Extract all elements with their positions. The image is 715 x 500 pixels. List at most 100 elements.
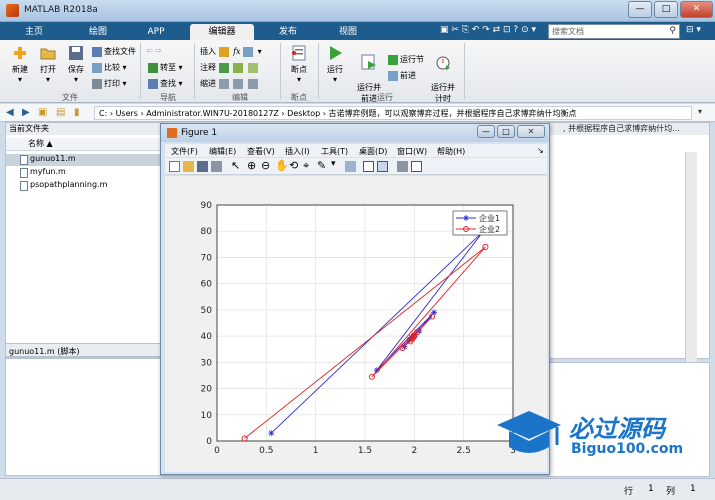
tab-publish[interactable]: 发布 [262,24,314,40]
breakpoint-button[interactable]: 断点 ▾ [286,44,312,84]
file-item[interactable]: gunuo11.m [6,154,162,166]
run-icon [330,46,342,60]
group-label-file: 文件 [62,93,78,102]
search-placeholder: 搜索文档 [552,27,584,36]
brush-dropdown-icon[interactable]: ▾ [331,159,336,169]
run-section-button[interactable]: 运行节 [388,54,424,65]
file-item[interactable]: myfun.m [6,167,162,179]
tab-apps[interactable]: APP [130,24,182,40]
pan-hand-icon[interactable]: ✋ [275,159,289,172]
editor-scrollbar[interactable] [685,152,697,362]
maximize-button[interactable]: □ [654,1,678,18]
tab-home[interactable]: 主页 [8,24,60,40]
current-folder-header: 当前文件夹 [6,123,162,135]
open-folder-icon [40,48,56,60]
watermark: 必过源码 Biguo100.com [495,405,710,467]
menu-window[interactable]: 窗口(W) [397,146,427,157]
save-figure-icon[interactable] [197,161,208,172]
goto-button[interactable]: 转至 ▾ [148,62,183,73]
open-file-icon[interactable] [183,161,194,172]
forward-icon[interactable]: ▶ [22,107,30,118]
print-figure-icon[interactable] [211,161,222,172]
hide-plot-tools-icon[interactable] [397,161,408,172]
row-label: 行 [624,487,634,497]
line-chart[interactable]: 0 0.5 1 1.5 2 2.5 30102030405060708090企业1企业2 [165,176,547,472]
new-button[interactable]: 新建 ▾ [8,44,32,84]
figure-minimize-button[interactable]: — [477,125,495,138]
zoom-out-icon[interactable]: ⊖ [261,159,270,172]
path-input[interactable]: C: › Users › Administrator.WIN7U-2018012… [94,106,692,120]
menu-desktop[interactable]: 桌面(D) [359,146,387,157]
x-tick-label: 0 [214,446,220,456]
menu-file[interactable]: 文件(F) [171,146,198,157]
figure-window[interactable]: Figure 1 — □ ✕ 文件(F) 编辑(E) 查看(V) 插入(I) 工… [160,123,550,475]
rotate-3d-icon[interactable]: ⟲ [289,159,298,172]
y-tick-label: 90 [201,201,213,211]
tab-plots[interactable]: 绘图 [72,24,124,40]
breakpoint-icon [292,45,306,61]
quick-access-toolbar[interactable]: ▣ ✂ ⎘ ↶ ↷ ⇄ ⊡ ? ⊙ ▾ [440,25,536,35]
brush-icon[interactable]: ✎ [317,159,326,172]
show-plot-tools-icon[interactable] [411,161,422,172]
row-value: 1 [648,484,654,494]
figure-toolbar: ↖ ⊕ ⊖ ✋ ⟲ ⌖ ✎ ▾ [165,158,547,175]
watermark-brand: 必过源码 [569,415,665,443]
figure-maximize-button[interactable]: □ [497,125,515,138]
select-arrow-icon[interactable]: ↖ [231,159,240,172]
group-label-nav: 导航 [160,93,176,102]
y-tick-label: 0 [206,437,212,447]
save-button[interactable]: 保存 ▾ [64,44,88,84]
figure-canvas[interactable]: 0 0.5 1 1.5 2 2.5 3 0 10 20 30 40 50 60 70 80 90 企业1 企业2 [165,176,547,472]
comment-button[interactable]: 注释 [200,62,260,73]
insert-colorbar-icon[interactable] [363,161,374,172]
collapse-ribbon-icon[interactable]: ⊟ ▾ [686,25,701,35]
find-button[interactable]: 查找 ▾ [148,78,183,89]
back-forward-icon[interactable]: ⇦ ⇨ [146,46,162,55]
back-icon[interactable]: ◀ [6,107,14,118]
find-file-button[interactable]: 查找文件 [92,46,136,57]
minimize-button[interactable]: — [628,1,652,18]
undock-icon[interactable]: ↘ [537,146,544,155]
menu-edit[interactable]: 编辑(E) [209,146,236,157]
compare-button[interactable]: 比较 ▾ [92,62,127,73]
x-tick-label: 1.5 [358,446,372,456]
tab-view[interactable]: 视图 [322,24,374,40]
browse-folder-icon[interactable]: ▤ [56,107,65,118]
file-item[interactable]: psopathplanning.m [6,180,162,192]
new-figure-icon[interactable] [169,161,180,172]
search-input[interactable]: 搜索文档 ⚲ [548,24,680,39]
col-label: 列 [666,487,676,497]
y-tick-label: 80 [201,227,213,237]
ribbon-tab-bar: 主页 绘图 APP 编辑器 发布 视图 ▣ ✂ ⎘ ↶ ↷ ⇄ ⊡ ? ⊙ ▾ … [0,22,715,40]
menu-help[interactable]: 帮助(H) [437,146,465,157]
ribbon-separator [318,43,319,99]
y-tick-label: 10 [201,411,213,421]
open-button[interactable]: 打开 ▾ [36,44,60,84]
path-dropdown-icon[interactable]: ▾ [698,107,702,116]
current-folder-panel: 当前文件夹 名称 ▲ gunuo11.m myfun.m psopathplan… [5,122,163,358]
link-plot-icon[interactable] [345,161,356,172]
figure-close-button[interactable]: ✕ [517,125,545,138]
insert-button[interactable]: 插入 fx ▾ [200,46,262,57]
window-title: MATLAB R2018a [24,5,98,15]
legend-label: 企业1 [479,213,500,223]
menu-view[interactable]: 查看(V) [247,146,275,157]
menu-tools[interactable]: 工具(T) [321,146,348,157]
data-cursor-icon[interactable]: ⌖ [303,159,309,173]
print-button[interactable]: 打印 ▾ [92,78,127,89]
indent-button[interactable]: 缩进 [200,78,260,89]
col-value: 1 [690,484,696,494]
menu-insert[interactable]: 插入(I) [285,146,310,157]
advance-button[interactable]: 前进 [388,70,416,81]
status-bar: 行 1 列 1 [0,478,715,500]
zoom-in-icon[interactable]: ⊕ [247,159,256,172]
insert-legend-icon[interactable] [377,161,388,172]
tab-editor[interactable]: 编辑器 [190,24,254,40]
details-panel [5,358,163,476]
name-column-header[interactable]: 名称 ▲ [6,138,162,151]
up-folder-icon[interactable]: ▣ [38,107,47,118]
close-button[interactable]: ✕ [680,1,713,18]
file-details-bar[interactable]: gunuo11.m (脚本) [5,343,163,357]
run-button[interactable]: 运行 ▾ [322,44,348,84]
run-and-time-button[interactable]: 运行并 计时 [428,44,458,104]
